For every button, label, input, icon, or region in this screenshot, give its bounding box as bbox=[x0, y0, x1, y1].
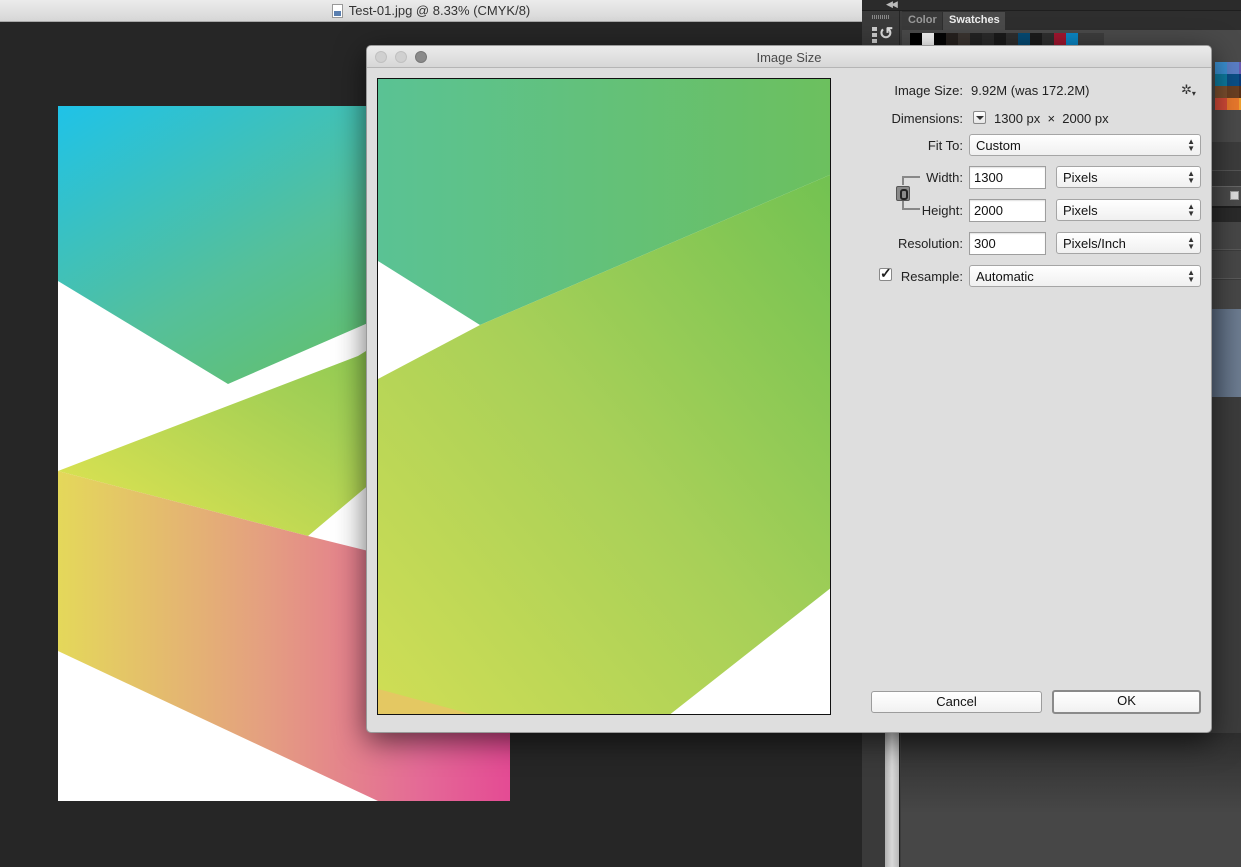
image-size-label: Image Size: bbox=[894, 83, 963, 98]
layer-row-selected[interactable] bbox=[1212, 309, 1241, 397]
preview-graphic bbox=[378, 79, 830, 714]
swatch-row bbox=[910, 33, 1104, 45]
panel-header bbox=[1212, 170, 1241, 186]
panel-scrollbar[interactable] bbox=[885, 733, 900, 867]
swatch[interactable] bbox=[910, 33, 922, 45]
layer-row[interactable] bbox=[1212, 222, 1241, 250]
constrain-proportions-link-icon[interactable] bbox=[896, 186, 910, 201]
grip-handle-icon[interactable] bbox=[872, 15, 889, 19]
swatch[interactable] bbox=[958, 33, 970, 45]
collapse-panels-icon[interactable]: ◀◀ bbox=[886, 0, 898, 10]
resolution-unit-value: Pixels/Inch bbox=[1063, 236, 1126, 251]
select-arrows-icon: ▲ ▼ bbox=[1187, 137, 1195, 153]
layer-row[interactable] bbox=[1212, 280, 1241, 309]
swatch[interactable] bbox=[1215, 86, 1227, 98]
width-unit-value: Pixels bbox=[1063, 170, 1098, 185]
document-title: Test-01.jpg @ 8.33% (CMYK/8) bbox=[348, 3, 531, 18]
cancel-button[interactable]: Cancel bbox=[871, 691, 1042, 713]
swatch[interactable] bbox=[1227, 98, 1239, 110]
swatch[interactable] bbox=[1006, 33, 1018, 45]
swatch[interactable] bbox=[1215, 98, 1227, 110]
dimensions-units-dropdown-icon[interactable] bbox=[973, 111, 986, 124]
panel-body bbox=[1212, 397, 1241, 733]
document-title-bar: Test-01.jpg @ 8.33% (CMYK/8) bbox=[0, 0, 862, 22]
swatch[interactable] bbox=[970, 33, 982, 45]
select-arrows-icon: ▲ ▼ bbox=[1187, 268, 1195, 284]
swatch[interactable] bbox=[1227, 86, 1239, 98]
tab-swatches[interactable]: Swatches bbox=[943, 12, 1005, 30]
panel-divider bbox=[1212, 206, 1241, 222]
select-arrows-icon: ▲ ▼ bbox=[1187, 202, 1195, 218]
dimensions-value: 1300 px × 2000 px bbox=[994, 111, 1109, 126]
layer-row[interactable] bbox=[1212, 251, 1241, 279]
resolution-input[interactable]: 300 bbox=[969, 232, 1046, 255]
new-item-icon[interactable] bbox=[1230, 191, 1239, 200]
panel-dock-header: ◀◀ bbox=[862, 0, 1241, 11]
dialog-title-text: Image Size bbox=[756, 50, 822, 65]
resolution-unit-select[interactable]: Pixels/Inch ▲ ▼ bbox=[1056, 232, 1201, 254]
swatch[interactable] bbox=[994, 33, 1006, 45]
swatch[interactable] bbox=[1042, 33, 1054, 45]
tab-color[interactable]: Color bbox=[902, 12, 942, 30]
dialog-title-bar[interactable]: Image Size bbox=[367, 46, 1211, 68]
swatch[interactable] bbox=[1018, 33, 1030, 45]
gear-icon[interactable]: ✲▾ bbox=[1181, 82, 1196, 98]
swatch[interactable] bbox=[982, 33, 994, 45]
panel-tabs: Color Swatches bbox=[902, 11, 1241, 30]
image-size-dialog: Image Size Image Size: 9.92M (was 172.2M… bbox=[366, 45, 1212, 733]
swatch[interactable] bbox=[1227, 62, 1239, 74]
panel-area bbox=[901, 733, 1241, 867]
swatch[interactable] bbox=[946, 33, 958, 45]
ok-button[interactable]: OK bbox=[1052, 690, 1201, 714]
swatch[interactable] bbox=[934, 33, 946, 45]
image-preview[interactable] bbox=[377, 78, 831, 715]
resolution-label: Resolution: bbox=[897, 236, 963, 251]
height-input[interactable]: 2000 bbox=[969, 199, 1046, 222]
select-arrows-icon: ▲ ▼ bbox=[1187, 169, 1195, 185]
resample-label: Resample: bbox=[900, 269, 963, 284]
width-unit-select[interactable]: Pixels ▲ ▼ bbox=[1056, 166, 1201, 188]
height-unit-select[interactable]: Pixels ▲ ▼ bbox=[1056, 199, 1201, 221]
panel-menu-row bbox=[1212, 186, 1241, 206]
image-size-value: 9.92M (was 172.2M) bbox=[971, 83, 1090, 98]
fit-to-label: Fit To: bbox=[927, 138, 963, 153]
dialog-title: Image Size bbox=[367, 50, 1211, 65]
jpg-file-icon bbox=[331, 3, 343, 18]
swatch[interactable] bbox=[1030, 33, 1042, 45]
resample-value: Automatic bbox=[976, 269, 1034, 284]
swatch[interactable] bbox=[1054, 33, 1066, 45]
dimensions-label: Dimensions: bbox=[891, 111, 963, 126]
fit-to-select[interactable]: Custom ▲ ▼ bbox=[969, 134, 1201, 156]
resample-checkbox[interactable] bbox=[879, 265, 892, 282]
swatch[interactable] bbox=[1215, 74, 1227, 86]
swatch[interactable] bbox=[1066, 33, 1078, 45]
resample-select[interactable]: Automatic ▲ ▼ bbox=[969, 265, 1201, 287]
width-input[interactable]: 1300 bbox=[969, 166, 1046, 189]
swatch[interactable] bbox=[1227, 74, 1239, 86]
height-unit-value: Pixels bbox=[1063, 203, 1098, 218]
fit-to-value: Custom bbox=[976, 138, 1021, 153]
swatch[interactable] bbox=[1215, 62, 1227, 74]
panel-strip bbox=[1212, 142, 1241, 170]
width-label: Width: bbox=[926, 170, 963, 185]
swatch[interactable] bbox=[922, 33, 934, 45]
height-label: Height: bbox=[921, 203, 963, 218]
select-arrows-icon: ▲ ▼ bbox=[1187, 235, 1195, 251]
